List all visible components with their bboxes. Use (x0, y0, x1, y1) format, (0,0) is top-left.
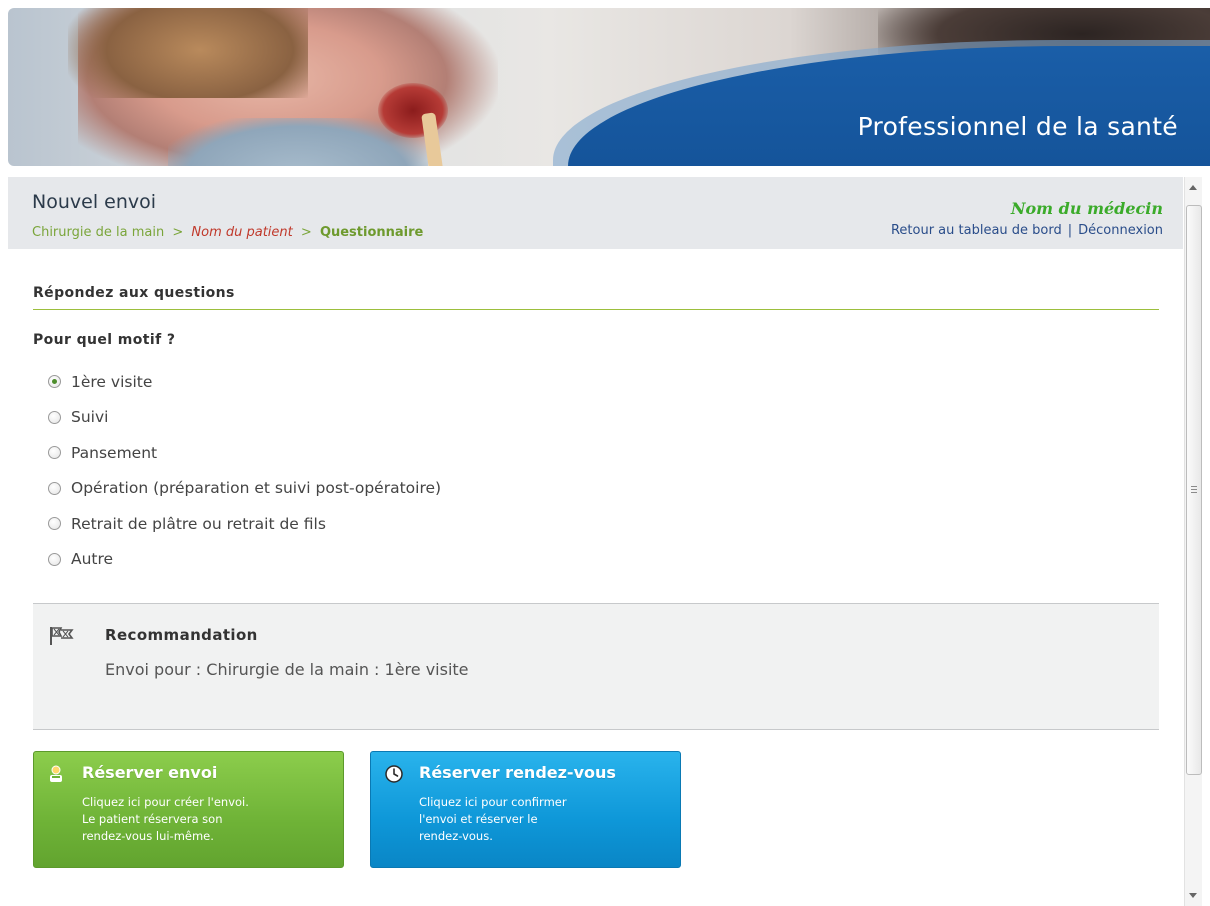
radio-button[interactable] (48, 375, 61, 389)
option-label[interactable]: Pansement (71, 444, 157, 462)
scroll-up-arrow-icon[interactable] (1189, 185, 1197, 190)
reserve-rdv-title[interactable]: Réserver rendez-vous (419, 763, 616, 782)
banner-photo-hair (68, 8, 308, 98)
description-line: Le patient réservera son (82, 812, 223, 826)
scroll-thumb[interactable] (1186, 205, 1202, 775)
radio-button[interactable] (48, 410, 61, 424)
radio-button[interactable] (48, 481, 61, 495)
description-line: Cliquez ici pour confirmer (419, 795, 567, 809)
option-label[interactable]: Retrait de plâtre ou retrait de fils (71, 515, 326, 533)
person-icon (48, 765, 64, 787)
banner-wave (568, 46, 1210, 166)
doctor-name: Nom du médecin (1010, 199, 1163, 218)
option-label[interactable]: Suivi (71, 408, 108, 426)
option-other[interactable]: Autre (48, 542, 441, 578)
header-banner: Professionnel de la santé (8, 8, 1210, 166)
dashboard-link[interactable]: Retour au tableau de bord (891, 223, 1062, 238)
reserve-rdv-button[interactable]: Réserver rendez-vous Cliquez ici pour co… (370, 751, 681, 868)
option-label[interactable]: Autre (71, 550, 113, 568)
recommendation-title: Recommandation (105, 626, 258, 644)
recommendation-text: Envoi pour : Chirurgie de la main : 1ère… (105, 660, 469, 679)
reserve-envoi-button[interactable]: Réserver envoi Cliquez ici pour créer l'… (33, 751, 344, 868)
scroll-grip-icon (1191, 486, 1197, 495)
flag-icon (49, 626, 75, 650)
reserve-envoi-title[interactable]: Réserver envoi (82, 763, 217, 782)
question-label: Pour quel motif ? (33, 332, 176, 348)
radio-button[interactable] (48, 446, 61, 460)
option-operation[interactable]: Opération (préparation et suivi post-opé… (48, 471, 441, 507)
section-title: Répondez aux questions (33, 285, 235, 301)
clock-icon (385, 765, 403, 787)
reason-options: 1ère visite Suivi Pansement Opération (p… (48, 364, 441, 577)
description-line: l'envoi et réserver le (419, 812, 538, 826)
breadcrumb-current: Questionnaire (319, 225, 424, 240)
breadcrumb-patient[interactable]: Nom du patient (191, 225, 292, 240)
breadcrumb-speciality[interactable]: Chirurgie de la main (32, 225, 164, 240)
logout-link[interactable]: Déconnexion (1078, 223, 1163, 238)
description-line: Cliquez ici pour créer l'envoi. (82, 795, 249, 809)
description-line: rendez-vous. (419, 829, 493, 843)
option-dressing[interactable]: Pansement (48, 435, 441, 471)
scroll-down-arrow-icon[interactable] (1189, 893, 1197, 898)
option-follow-up[interactable]: Suivi (48, 400, 441, 436)
option-label[interactable]: 1ère visite (71, 373, 152, 391)
banner-title: Professionnel de la santé (857, 112, 1178, 141)
breadcrumb-separator: > (172, 225, 184, 240)
reserve-rdv-description: Cliquez ici pour confirmer l'envoi et ré… (419, 794, 659, 845)
vertical-scrollbar[interactable] (1184, 177, 1202, 906)
header-links: Retour au tableau de bord | Déconnexion (891, 223, 1163, 238)
breadcrumb-separator: > (300, 225, 312, 240)
link-separator: | (1067, 223, 1073, 238)
option-cast-removal[interactable]: Retrait de plâtre ou retrait de fils (48, 506, 441, 542)
radio-button[interactable] (48, 517, 61, 531)
section-divider (33, 309, 1159, 310)
radio-button[interactable] (48, 552, 61, 566)
description-line: rendez-vous lui-même. (82, 829, 214, 843)
reserve-envoi-description: Cliquez ici pour créer l'envoi. Le patie… (82, 794, 322, 845)
recommendation-box: Recommandation Envoi pour : Chirurgie de… (33, 603, 1159, 730)
breadcrumb: Chirurgie de la main > Nom du patient > … (32, 225, 423, 240)
option-first-visit[interactable]: 1ère visite (48, 364, 441, 400)
option-label[interactable]: Opération (préparation et suivi post-opé… (71, 479, 441, 497)
page-title: Nouvel envoi (32, 191, 157, 213)
page-header: Nouvel envoi Chirurgie de la main > Nom … (8, 177, 1183, 249)
